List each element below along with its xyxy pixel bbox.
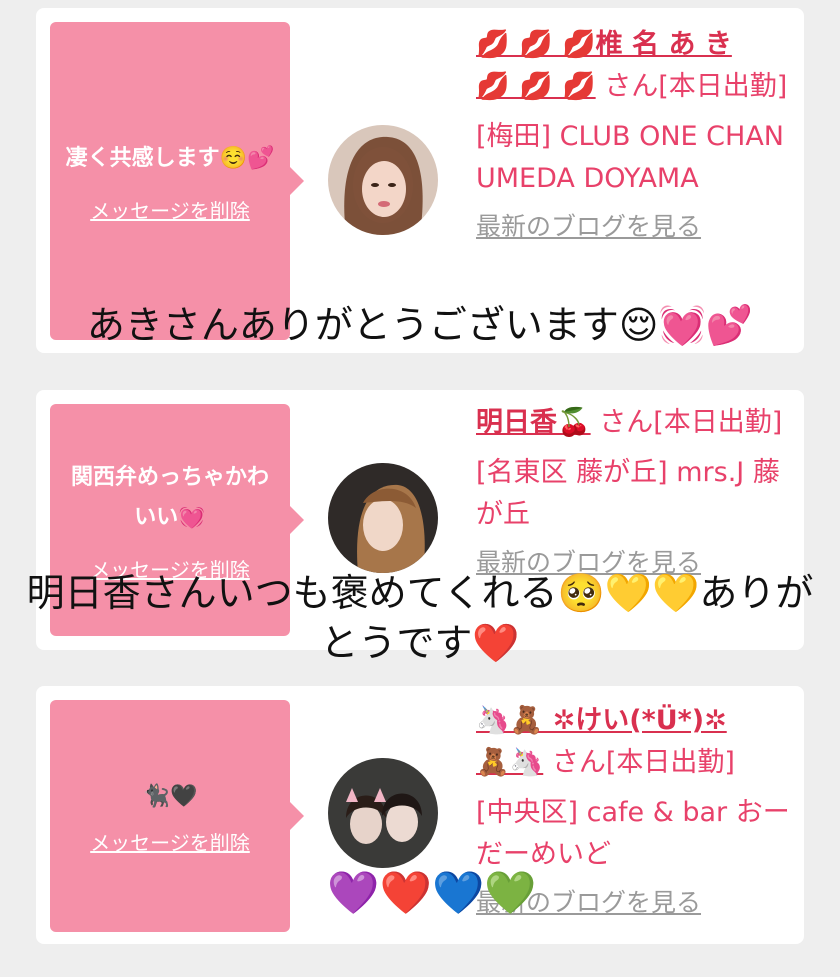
overlay-caption: 明日香さんいつも褒めてくれる🥺💛💛ありがとうです❤️	[26, 571, 814, 665]
message-text: 🐈‍⬛🖤	[142, 783, 198, 809]
shop-info: [中央区] cafe & bar おーだーめいど	[476, 797, 790, 870]
overlay-caption: 💜❤️💙💚	[327, 868, 537, 917]
attendance-status: さん[本日出勤]	[551, 747, 735, 778]
cast-name-link[interactable]: 🦄🧸 ✲けい(*Ü*)✲	[476, 705, 727, 736]
cast-info: 💋 💋 💋椎 名 あ き 💋 💋 💋 さん[本日出勤] [梅田] CLUB ON…	[476, 24, 801, 248]
message-text: 凄く共感します☺️💕	[65, 145, 275, 171]
delete-message-link[interactable]: メッセージを削除	[90, 827, 250, 856]
cast-name-row: 🦄🧸 ✲けい(*Ü*)✲ 🧸🦄 さん[本日出勤]	[476, 700, 801, 784]
shop-info: [梅田] CLUB ONE CHAN UMEDA DOYAMA	[476, 121, 784, 194]
message-bubble: 凄く共感します☺️💕 メッセージを削除	[50, 22, 304, 340]
avatar[interactable]	[328, 463, 438, 573]
message-text: 関西弁めっちゃかわいい💓	[70, 464, 269, 530]
cast-name-row: 明日香🍒 さん[本日出勤]	[476, 402, 801, 444]
cast-name-link[interactable]: 明日香🍒	[476, 407, 591, 438]
avatar[interactable]	[328, 758, 438, 868]
cast-name-link[interactable]: 💋 💋 💋椎 名 あ き	[476, 29, 732, 60]
avatar[interactable]	[328, 125, 438, 235]
cast-name-link-cont[interactable]: 💋 💋 💋	[476, 71, 596, 102]
delete-message-link[interactable]: メッセージを削除	[90, 195, 250, 224]
attendance-status: さん[本日出勤]	[599, 407, 783, 438]
shop-info: [名東区 藤が丘] mrs.J 藤が丘	[476, 457, 780, 530]
attendance-status: さん[本日出勤]	[604, 71, 788, 102]
message-bubble: 🐈‍⬛🖤 メッセージを削除	[50, 700, 304, 932]
cast-info: 明日香🍒 さん[本日出勤] [名東区 藤が丘] mrs.J 藤が丘 最新のブログ…	[476, 402, 801, 584]
cast-name-link-cont[interactable]: 🧸🦄	[476, 747, 543, 778]
latest-blog-link[interactable]: 最新のブログを見る	[476, 206, 801, 248]
cast-name-row: 💋 💋 💋椎 名 あ き 💋 💋 💋 さん[本日出勤]	[476, 24, 801, 108]
overlay-caption: あきさんありがとうございます😌💓💕	[86, 303, 754, 347]
